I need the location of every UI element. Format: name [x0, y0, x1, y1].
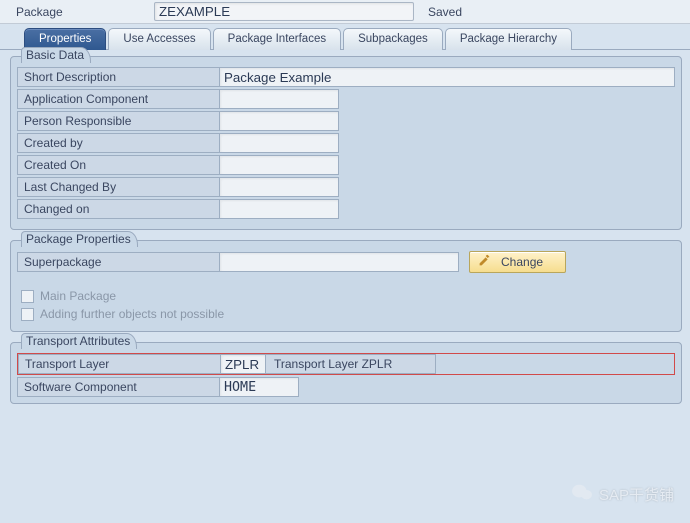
short-description-input[interactable] — [219, 67, 675, 87]
main-package-checkbox-row[interactable]: Main Package — [21, 289, 675, 303]
transport-layer-label: Transport Layer — [18, 354, 220, 374]
checkbox-icon — [21, 290, 34, 303]
transport-layer-code-input[interactable] — [220, 354, 266, 374]
created-on-input[interactable] — [219, 155, 339, 175]
group-basic-data: Basic Data Short Description Application… — [10, 56, 682, 230]
short-description-label: Short Description — [17, 67, 219, 87]
header-bar: Package Saved — [0, 0, 690, 24]
change-button-label: Change — [501, 255, 543, 269]
person-responsible-label: Person Responsible — [17, 111, 219, 131]
pencil-icon — [478, 254, 491, 270]
tab-subpackages[interactable]: Subpackages — [343, 28, 443, 50]
group-package-properties: Package Properties Superpackage Change M… — [10, 240, 682, 332]
main-package-label: Main Package — [40, 289, 116, 303]
package-label: Package — [16, 5, 146, 19]
adding-further-checkbox-row[interactable]: Adding further objects not possible — [21, 307, 675, 321]
superpackage-input[interactable] — [219, 252, 459, 272]
last-changed-by-input[interactable] — [219, 177, 339, 197]
person-responsible-input[interactable] — [219, 111, 339, 131]
checkbox-icon — [21, 308, 34, 321]
tab-use-accesses[interactable]: Use Accesses — [108, 28, 210, 50]
group-transport-attributes-title: Transport Attributes — [21, 333, 137, 349]
change-button[interactable]: Change — [469, 251, 566, 273]
save-status: Saved — [428, 5, 462, 19]
application-component-input[interactable] — [219, 89, 339, 109]
changed-on-label: Changed on — [17, 199, 219, 219]
created-by-label: Created by — [17, 133, 219, 153]
transport-layer-row-highlight: Transport Layer Transport Layer ZPLR — [17, 353, 675, 375]
superpackage-label: Superpackage — [17, 252, 219, 272]
software-component-label: Software Component — [17, 377, 219, 397]
group-package-properties-title: Package Properties — [21, 231, 138, 247]
wechat-icon — [571, 483, 593, 505]
adding-further-label: Adding further objects not possible — [40, 307, 224, 321]
created-by-input[interactable] — [219, 133, 339, 153]
tabstrip: Properties Use Accesses Package Interfac… — [0, 24, 690, 50]
group-transport-attributes: Transport Attributes Transport Layer Tra… — [10, 342, 682, 404]
tab-package-hierarchy[interactable]: Package Hierarchy — [445, 28, 572, 50]
watermark-text: SAP干货铺 — [599, 484, 674, 505]
changed-on-input[interactable] — [219, 199, 339, 219]
application-component-label: Application Component — [17, 89, 219, 109]
group-basic-data-title: Basic Data — [21, 47, 91, 63]
created-on-label: Created On — [17, 155, 219, 175]
tab-package-interfaces[interactable]: Package Interfaces — [213, 28, 341, 50]
software-component-input[interactable] — [219, 377, 299, 397]
package-input[interactable] — [154, 2, 414, 21]
transport-layer-desc: Transport Layer ZPLR — [266, 354, 436, 374]
last-changed-by-label: Last Changed By — [17, 177, 219, 197]
watermark: SAP干货铺 — [571, 483, 674, 505]
